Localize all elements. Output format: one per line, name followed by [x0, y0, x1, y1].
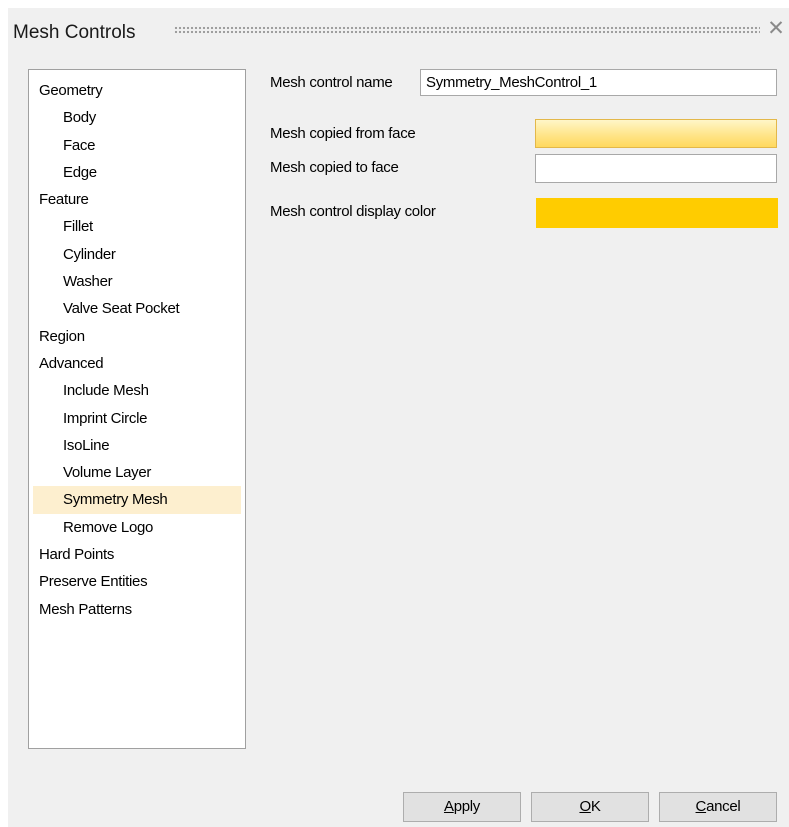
tree-item-isoline[interactable]: IsoLine	[29, 432, 245, 459]
mesh-copied-from-face-field[interactable]	[535, 119, 777, 148]
apply-mnemonic: A	[443, 798, 454, 815]
tree-item-geometry[interactable]: Geometry	[29, 77, 245, 104]
tree-item-edge[interactable]: Edge	[29, 159, 245, 186]
close-icon[interactable]: ✕	[766, 18, 786, 40]
tree-item-body[interactable]: Body	[29, 104, 245, 131]
dialog-title-bar[interactable]: Mesh Controls ✕	[8, 8, 789, 56]
mesh-control-name-label: Mesh control name	[270, 74, 393, 91]
mesh-display-color-swatch[interactable]	[536, 198, 778, 228]
tree-item-region[interactable]: Region	[29, 323, 245, 350]
tree-item-face[interactable]: Face	[29, 132, 245, 159]
mesh-copied-from-face-label: Mesh copied from face	[270, 125, 416, 142]
tree-item-valve-seat-pocket[interactable]: Valve Seat Pocket	[29, 295, 245, 322]
tree-item-feature[interactable]: Feature	[29, 186, 245, 213]
mesh-copied-to-face-label: Mesh copied to face	[270, 159, 399, 176]
tree-item-washer[interactable]: Washer	[29, 268, 245, 295]
dialog-title: Mesh Controls	[13, 22, 136, 43]
apply-button[interactable]: Apply	[403, 792, 521, 822]
tree-item-cylinder[interactable]: Cylinder	[29, 241, 245, 268]
tree-item-imprint-circle[interactable]: Imprint Circle	[29, 405, 245, 432]
tree-item-remove-logo[interactable]: Remove Logo	[29, 514, 245, 541]
tree-item-volume-layer[interactable]: Volume Layer	[29, 459, 245, 486]
mesh-controls-dialog: Mesh Controls ✕ Geometry Body Face Edge Feat…	[8, 8, 789, 827]
mesh-control-type-tree[interactable]: Geometry Body Face Edge Feature Fillet Cylinde…	[28, 69, 246, 749]
drag-grip[interactable]	[174, 26, 760, 34]
mesh-copied-to-face-field[interactable]	[535, 154, 777, 183]
ok-button[interactable]: OK	[531, 792, 649, 822]
tree-item-symmetry-mesh[interactable]: Symmetry Mesh	[33, 486, 241, 514]
mesh-control-name-input[interactable]	[420, 69, 777, 96]
tree-item-hard-points[interactable]: Hard Points	[29, 541, 245, 568]
tree-item-mesh-patterns[interactable]: Mesh Patterns	[29, 596, 245, 623]
cancel-button[interactable]: Cancel	[659, 792, 777, 822]
mesh-display-color-label: Mesh control display color	[270, 203, 436, 220]
tree-item-fillet[interactable]: Fillet	[29, 213, 245, 240]
tree-item-include-mesh[interactable]: Include Mesh	[29, 377, 245, 404]
tree-item-preserve-entities[interactable]: Preserve Entities	[29, 568, 245, 595]
tree-item-advanced[interactable]: Advanced	[29, 350, 245, 377]
ok-mnemonic: O	[579, 798, 591, 815]
cancel-mnemonic: C	[695, 798, 707, 815]
